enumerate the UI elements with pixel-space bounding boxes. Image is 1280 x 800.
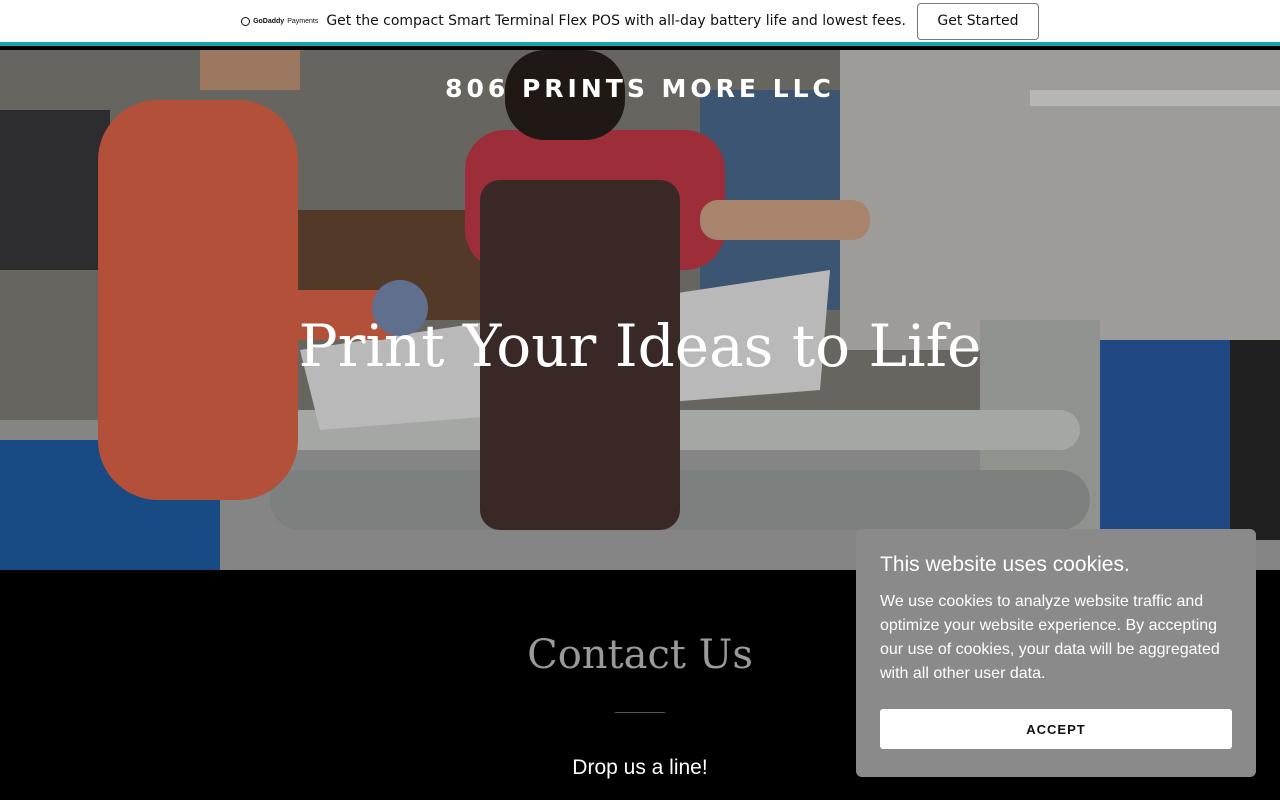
- site-title[interactable]: 806 PRINTS MORE LLC: [0, 74, 1280, 103]
- godaddy-logo-icon: [241, 16, 251, 26]
- promo-banner: GoDaddy Payments Get the compact Smart T…: [0, 0, 1280, 46]
- divider: [615, 712, 665, 713]
- get-started-button[interactable]: Get Started: [916, 2, 1039, 40]
- godaddy-payments-logo: GoDaddy Payments: [241, 16, 319, 26]
- logo-sub: Payments: [287, 17, 319, 25]
- cookie-consent-dialog: This website uses cookies. We use cookie…: [856, 529, 1256, 777]
- hero-tagline: Print Your Ideas to Life: [298, 312, 982, 380]
- promo-text: Get the compact Smart Terminal Flex POS …: [326, 13, 906, 29]
- hero-section: 806 PRINTS MORE LLC Print Your Ideas to …: [0, 50, 1280, 570]
- accept-cookies-button[interactable]: ACCEPT: [880, 709, 1232, 749]
- logo-brand: GoDaddy: [253, 17, 285, 25]
- hero-background-image: [0, 50, 1280, 570]
- cookie-title: This website uses cookies.: [880, 553, 1130, 576]
- cookie-body: We use cookies to analyze website traffi…: [880, 593, 1220, 682]
